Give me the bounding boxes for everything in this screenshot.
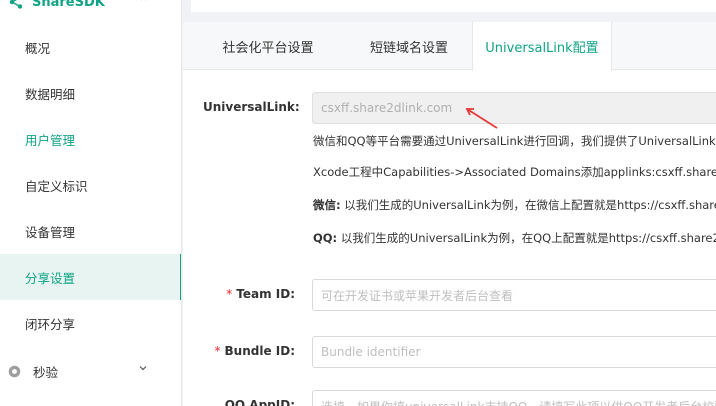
qq-appid-label: QQ AppID:	[224, 398, 295, 406]
sidebar-item-custom-tag[interactable]: 自定义标识	[0, 162, 181, 208]
tab-universal-link[interactable]: UniversalLink配置	[472, 22, 612, 71]
universal-link-value: csxff.share2dlink.com	[321, 101, 453, 115]
universal-link-label: UniversalLink:	[203, 100, 300, 114]
qq-appid-input[interactable]: 选填，如果你填universalLink支持QQ，请填写此项以供QQ开发者后台校…	[312, 390, 716, 406]
sidebar-item-label: 用户管理	[25, 132, 76, 148]
tab-label: 短链域名设置	[369, 40, 448, 56]
sidebar-group-miaoyan[interactable]: 秒验	[0, 348, 181, 394]
sidebar-item-device-management[interactable]: 设备管理	[0, 208, 181, 254]
sidebar-item-label: 闭环分享	[25, 316, 76, 332]
tab-label: UniversalLink配置	[485, 41, 599, 56]
desc-wechat: 微信: 以我们生成的UniversalLink为例，在微信上配置就是https:…	[313, 197, 716, 213]
bundle-id-placeholder: Bundle identifier	[321, 345, 421, 359]
top-card	[191, 0, 716, 12]
bundle-id-label: * Bundle ID:	[203, 344, 295, 358]
sidebar-item-closed-loop-share[interactable]: 闭环分享	[0, 300, 181, 346]
sidebar-group-label: 秒验	[33, 364, 59, 380]
qq-appid-placeholder: 选填，如果你填universalLink支持QQ，请填写此项以供QQ开发者后台校…	[321, 398, 716, 406]
sidebar-item-overview[interactable]: 概况	[0, 24, 181, 70]
tab-social-platform[interactable]: 社会化平台设置	[197, 22, 339, 70]
team-id-input[interactable]: 可在开发证书或苹果开发者后台查看	[312, 279, 716, 311]
team-id-label-text: Team ID:	[236, 287, 295, 301]
desc-qq: QQ: 以我们生成的UniversalLink为例，在QQ上配置就是https:…	[313, 230, 716, 246]
main-content: 社会化平台设置 短链域名设置 UniversalLink配置 Universal…	[183, 0, 716, 406]
desc-line-2: Xcode工程中Capabilities->Associated Domains…	[313, 165, 716, 179]
sidebar-item-label: 概况	[25, 40, 51, 56]
verify-icon	[8, 365, 21, 377]
brand-label: ShareSDK	[32, 0, 105, 10]
bundle-id-label-text: Bundle ID:	[224, 344, 295, 358]
sidebar-item-label: 自定义标识	[25, 178, 88, 194]
qq-text: 以我们生成的UniversalLink为例，在QQ上配置就是https://cs…	[340, 231, 716, 245]
chevron-down-icon	[139, 366, 147, 371]
desc-line-1: 微信和QQ等平台需要通过UniversalLink进行回调，我们提供了Unive…	[313, 134, 716, 148]
sidebar-item-label: 数据明细	[25, 86, 76, 102]
wechat-text: 以我们生成的UniversalLink为例，在微信上配置就是https://cs…	[344, 198, 716, 212]
sidebar-item-user-management[interactable]: 用户管理	[0, 116, 181, 162]
tab-short-domain[interactable]: 短链域名设置	[343, 22, 475, 70]
chevron-up-icon[interactable]: ⌃	[138, 0, 150, 11]
universal-link-field: csxff.share2dlink.com	[312, 92, 716, 124]
required-mark: *	[214, 344, 221, 358]
wechat-prefix: 微信:	[313, 198, 341, 212]
sidebar-item-share-settings[interactable]: 分享设置	[0, 254, 181, 300]
share-icon	[9, 0, 23, 9]
sidebar-item-data-detail[interactable]: 数据明细	[0, 70, 181, 116]
bundle-id-input[interactable]: Bundle identifier	[312, 336, 716, 368]
annotation-arrow-icon	[465, 108, 498, 129]
sidebar: ShareSDK ⌃ 概况 数据明细 用户管理 自定义标识 设备管理 分享设置 …	[0, 0, 182, 406]
qq-prefix: QQ:	[313, 231, 338, 245]
sidebar-brand[interactable]: ShareSDK ⌃	[0, 0, 181, 17]
team-id-label: * Team ID:	[203, 287, 295, 301]
required-mark: *	[226, 287, 233, 301]
sidebar-item-label: 分享设置	[25, 270, 76, 286]
settings-panel: 社会化平台设置 短链域名设置 UniversalLink配置 Universal…	[183, 22, 716, 406]
tab-bar: 社会化平台设置 短链域名设置 UniversalLink配置	[183, 22, 716, 71]
app-root: ShareSDK ⌃ 概况 数据明细 用户管理 自定义标识 设备管理 分享设置 …	[0, 0, 716, 406]
team-id-placeholder: 可在开发证书或苹果开发者后台查看	[321, 288, 514, 303]
sidebar-item-label: 设备管理	[25, 224, 76, 240]
tab-label: 社会化平台设置	[222, 40, 314, 56]
